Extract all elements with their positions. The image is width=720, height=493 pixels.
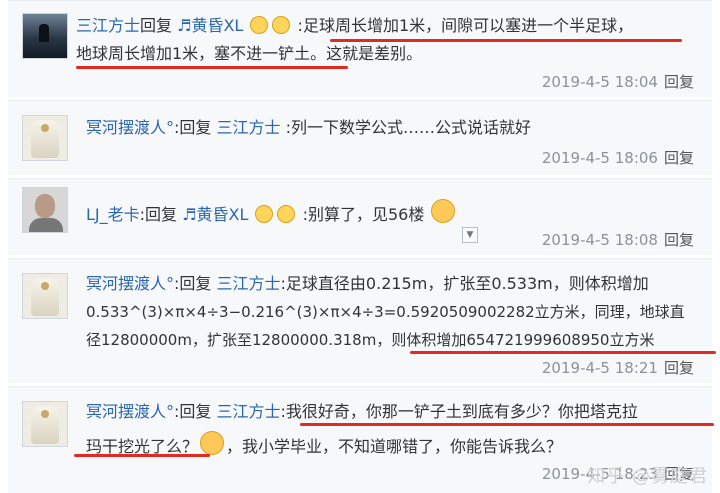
watermark: 知乎 @雾庭君 bbox=[587, 462, 708, 488]
avatar[interactable] bbox=[22, 115, 68, 161]
comment-text: :足球周长增加1米，间隙可以塞进一个半足球， bbox=[298, 16, 634, 35]
smile-emoji-icon bbox=[277, 205, 295, 223]
reply-target-link[interactable]: 三江方士 bbox=[217, 274, 281, 293]
comment-line-2: 0.533^(3)×π×4÷3−0.216^(3)×π×4÷3=0.592050… bbox=[86, 301, 685, 323]
comment-text: 0.533^(3)×π×4÷3−0.216^(3)×π×4÷3=0.592050… bbox=[86, 303, 685, 321]
comment-line-3: 径12800000m，扩张至12800000.318m，则体积增加6547219… bbox=[86, 329, 654, 351]
reply-word: :回复 bbox=[174, 274, 211, 293]
timestamp: 2019-4-5 18:08 bbox=[542, 231, 658, 249]
timestamp: 2019-4-5 18:06 bbox=[542, 149, 658, 167]
comment-item: 冥河摆渡人°:回复 三江方士 :列一下数学公式……公式说话就好 2019-4-5… bbox=[8, 100, 712, 175]
reply-word: :回复 bbox=[174, 402, 211, 421]
reply-button[interactable]: 回复 bbox=[664, 359, 694, 377]
red-underline-annotation bbox=[330, 39, 682, 42]
dropdown-toggle-icon[interactable]: ▼ bbox=[462, 227, 478, 243]
comment-item: 冥河摆渡人°:回复 三江方士:足球直径由0.215m，扩张至0.533m，则体积… bbox=[8, 258, 712, 383]
comment-text: :列一下数学公式……公式说话就好 bbox=[286, 118, 531, 137]
comment-item: 三江方士回复 ♬黄昏XL :足球周长增加1米，间隙可以塞进一个半足球， 地球周长… bbox=[8, 0, 712, 97]
surprised-emoji-icon bbox=[431, 199, 455, 223]
avatar[interactable] bbox=[22, 13, 68, 59]
comment-text: :我很好奇，你那一铲子土到底有多少？你把塔克拉 bbox=[281, 402, 638, 421]
comment-meta: 2019-4-5 18:06 回复 bbox=[542, 147, 694, 168]
comment-line-1: 冥河摆渡人°:回复 三江方士:我很好奇，你那一铲子土到底有多少？你把塔克拉 bbox=[86, 401, 638, 423]
comment-meta: 2019-4-5 18:21 回复 bbox=[542, 357, 694, 378]
avatar[interactable] bbox=[22, 273, 68, 319]
comment-text: :别算了，见56楼 bbox=[303, 205, 425, 224]
comment-line-1: 冥河摆渡人°:回复 三江方士 :列一下数学公式……公式说话就好 bbox=[86, 117, 531, 139]
timestamp: 2019-4-5 18:04 bbox=[542, 73, 658, 91]
reply-button[interactable]: 回复 bbox=[664, 231, 694, 249]
comment-text: :足球直径由0.215m，扩张至0.533m，则体积增加 bbox=[281, 274, 649, 293]
comment-line-1: 冥河摆渡人°:回复 三江方士:足球直径由0.215m，扩张至0.533m，则体积… bbox=[86, 273, 649, 295]
comment-text: ，我小学毕业，不知道哪错了，你能告诉我么？ bbox=[226, 437, 562, 456]
red-underline-annotation bbox=[410, 351, 716, 354]
red-underline-annotation bbox=[300, 423, 714, 426]
username-link[interactable]: 冥河摆渡人° bbox=[86, 402, 174, 421]
reply-target-link[interactable]: ♬黄昏XL bbox=[177, 16, 243, 35]
red-underline-annotation bbox=[76, 66, 348, 69]
reply-button[interactable]: 回复 bbox=[664, 149, 694, 167]
reply-target-link[interactable]: ♬黄昏XL bbox=[182, 205, 248, 224]
avatar[interactable] bbox=[22, 187, 68, 233]
comment-line-1: LJ_老卡:回复 ♬黄昏XL :别算了，见56楼 bbox=[86, 199, 457, 226]
comment-line-1: 三江方士回复 ♬黄昏XL :足球周长增加1米，间隙可以塞进一个半足球， bbox=[76, 15, 633, 37]
avatar[interactable] bbox=[22, 401, 68, 447]
reply-target-link[interactable]: 三江方士 bbox=[217, 402, 281, 421]
reply-word: :回复 bbox=[140, 205, 177, 224]
comment-text: 地球周长增加1米，塞不进一铲土。这就是差别。 bbox=[76, 44, 422, 63]
username-link[interactable]: 冥河摆渡人° bbox=[86, 118, 174, 137]
reply-target-link[interactable]: 三江方士 bbox=[217, 118, 281, 137]
username-link[interactable]: LJ_老卡 bbox=[86, 205, 140, 224]
smile-emoji-icon bbox=[272, 16, 290, 34]
comment-meta: 2019-4-5 18:08 回复 bbox=[542, 229, 694, 250]
smile-emoji-icon bbox=[255, 205, 273, 223]
comment-line-2: 地球周长增加1米，塞不进一铲土。这就是差别。 bbox=[76, 43, 422, 65]
surprised-emoji-icon bbox=[200, 431, 224, 455]
reply-word: 回复 bbox=[140, 16, 172, 35]
timestamp: 2019-4-5 18:21 bbox=[542, 359, 658, 377]
comment-text-highlight: 则体积增加654721999608950立方米 bbox=[391, 331, 654, 349]
red-underline-annotation bbox=[74, 454, 210, 457]
username-link[interactable]: 三江方士 bbox=[76, 16, 140, 35]
username-link[interactable]: 冥河摆渡人° bbox=[86, 274, 174, 293]
comment-text: 径12800000m，扩张至12800000.318m， bbox=[86, 331, 391, 349]
smile-emoji-icon bbox=[250, 16, 268, 34]
comment-meta: 2019-4-5 18:04 回复 bbox=[542, 71, 694, 92]
reply-button[interactable]: 回复 bbox=[664, 73, 694, 91]
reply-word: :回复 bbox=[174, 118, 211, 137]
comment-item: LJ_老卡:回复 ♬黄昏XL :别算了，见56楼 2019-4-5 18:08 回… bbox=[8, 178, 712, 255]
